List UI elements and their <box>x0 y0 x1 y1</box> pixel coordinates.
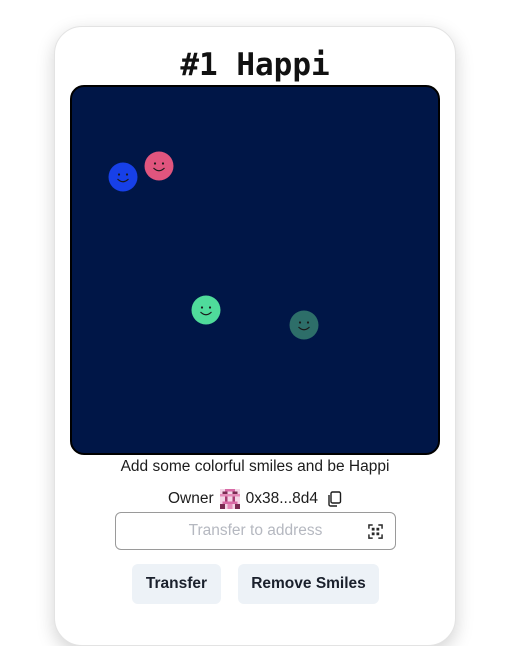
transfer-address-field <box>115 512 396 550</box>
nft-description: Add some colorful smiles and be Happi <box>120 458 390 475</box>
qr-scan-icon[interactable] <box>368 524 383 539</box>
blockie-avatar-icon <box>219 489 240 509</box>
smile-face-2 <box>144 151 174 181</box>
remove-smiles-button[interactable]: Remove Smiles <box>238 564 379 604</box>
owner-address: 0x38...8d4 <box>245 490 319 507</box>
smile-face-4 <box>289 310 319 340</box>
smile-face-1 <box>108 162 138 192</box>
nft-card: #1 Happi Add some colorful smiles and be… <box>54 26 456 646</box>
transfer-button[interactable]: Transfer <box>132 564 221 604</box>
transfer-address-input[interactable] <box>116 513 395 549</box>
nft-title: #1 Happi <box>180 47 330 83</box>
owner-label: Owner <box>167 490 214 507</box>
owner-row: Owner 0x38...8d4 <box>55 489 455 509</box>
smile-face-3 <box>191 295 221 325</box>
smiles-canvas[interactable] <box>70 85 440 455</box>
copy-icon[interactable] <box>326 491 342 507</box>
